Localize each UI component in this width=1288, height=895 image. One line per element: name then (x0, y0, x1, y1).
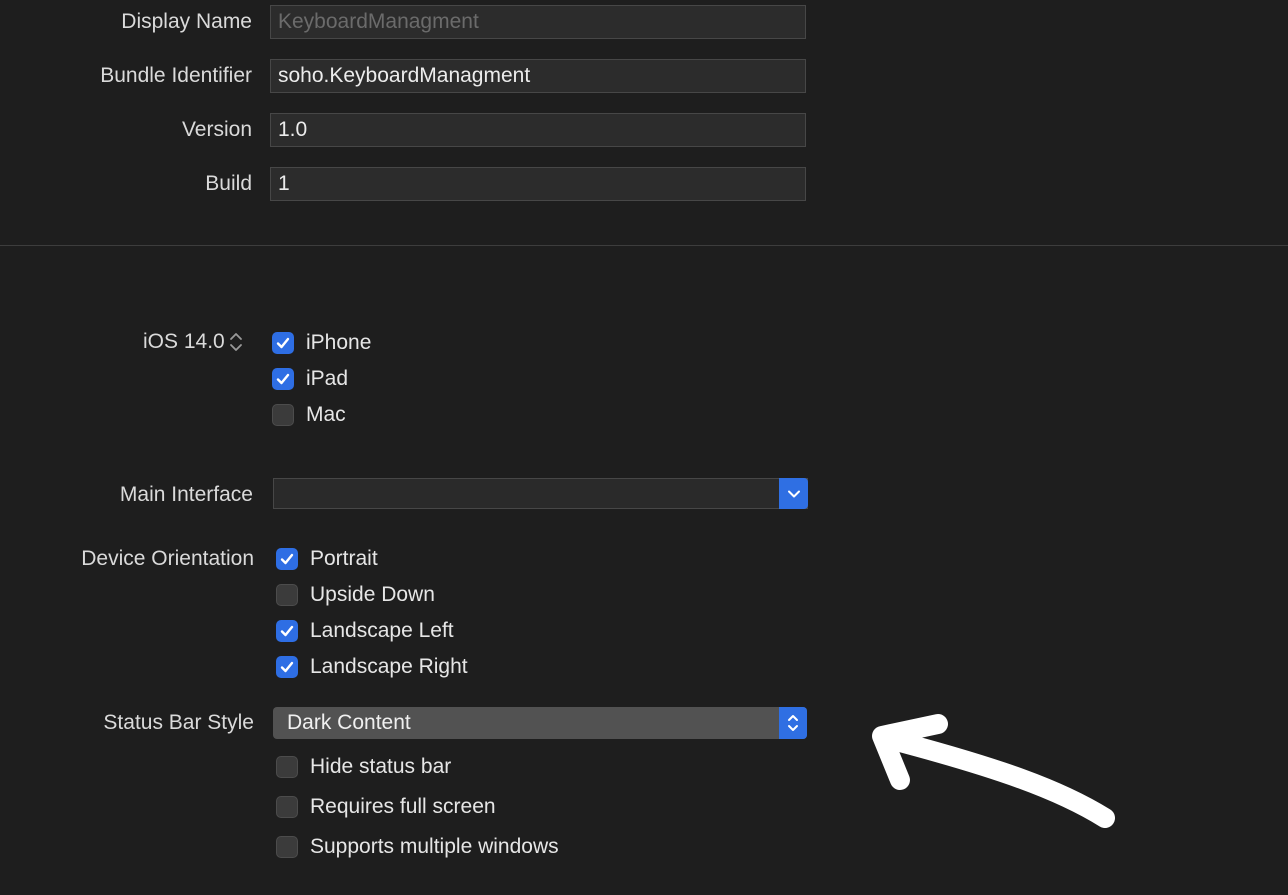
status-bar-style-select[interactable]: Dark Content (273, 707, 807, 739)
bundle-identifier-field[interactable]: soho.KeyboardManagment (270, 59, 806, 93)
portrait-label: Portrait (310, 547, 378, 570)
hide-status-bar-option[interactable]: Hide status bar (276, 754, 451, 780)
landscape-left-label: Landscape Left (310, 619, 454, 642)
checkmark-icon (280, 625, 294, 637)
main-interface-popup[interactable] (273, 478, 808, 509)
hide-status-bar-checkbox[interactable] (276, 756, 298, 778)
up-down-chevron-icon (229, 333, 242, 351)
build-field[interactable]: 1 (270, 167, 806, 201)
up-down-chevron-icon (788, 715, 798, 731)
device-ipad-option[interactable]: iPad (272, 366, 348, 392)
section-divider (0, 245, 1288, 246)
supports-multiple-windows-checkbox[interactable] (276, 836, 298, 858)
version-label: Version (181, 118, 252, 141)
status-bar-style-stepper-button[interactable] (779, 707, 807, 739)
main-interface-dropdown-button[interactable] (779, 478, 808, 509)
landscape-right-label: Landscape Right (310, 655, 468, 678)
checkmark-icon (276, 373, 290, 385)
checkmark-icon (280, 661, 294, 673)
mac-label: Mac (306, 403, 346, 426)
hand-drawn-arrow (872, 714, 1115, 828)
device-orientation-label: Device Orientation (81, 547, 254, 570)
requires-full-screen-label: Requires full screen (310, 795, 496, 818)
orientation-landscape-right-option[interactable]: Landscape Right (276, 654, 468, 680)
display-name-field[interactable]: KeyboardManagment (270, 5, 806, 39)
version-field[interactable]: 1.0 (270, 113, 806, 147)
orientation-landscape-left-option[interactable]: Landscape Left (276, 618, 454, 644)
chevron-down-icon (787, 490, 800, 497)
main-interface-label: Main Interface (119, 483, 253, 506)
device-iphone-option[interactable]: iPhone (272, 330, 371, 356)
ipad-checkbox[interactable] (272, 368, 294, 390)
requires-full-screen-checkbox[interactable] (276, 796, 298, 818)
checkmark-icon (276, 337, 290, 349)
upside-down-label: Upside Down (310, 583, 435, 606)
requires-full-screen-option[interactable]: Requires full screen (276, 794, 496, 820)
orientation-portrait-option[interactable]: Portrait (276, 546, 378, 572)
iphone-label: iPhone (306, 331, 372, 354)
device-mac-option[interactable]: Mac (272, 402, 346, 428)
display-name-label: Display Name (121, 10, 252, 33)
supports-multiple-windows-option[interactable]: Supports multiple windows (276, 834, 559, 860)
ipad-label: iPad (306, 367, 349, 390)
orientation-upside-down-option[interactable]: Upside Down (276, 582, 435, 608)
status-bar-style-label: Status Bar Style (103, 711, 254, 734)
status-bar-style-value: Dark Content (287, 711, 411, 734)
iphone-checkbox[interactable] (272, 332, 294, 354)
upside-down-checkbox[interactable] (276, 584, 298, 606)
ios-version-label: iOS 14.0 (143, 330, 225, 353)
ios-version-stepper[interactable]: iOS 14.0 (143, 330, 243, 354)
checkmark-icon (280, 553, 294, 565)
mac-checkbox[interactable] (272, 404, 294, 426)
landscape-left-checkbox[interactable] (276, 620, 298, 642)
hide-status-bar-label: Hide status bar (310, 755, 452, 778)
bundle-identifier-label: Bundle Identifier (100, 64, 252, 87)
landscape-right-checkbox[interactable] (276, 656, 298, 678)
portrait-checkbox[interactable] (276, 548, 298, 570)
build-label: Build (205, 172, 252, 195)
supports-multiple-windows-label: Supports multiple windows (310, 835, 559, 858)
